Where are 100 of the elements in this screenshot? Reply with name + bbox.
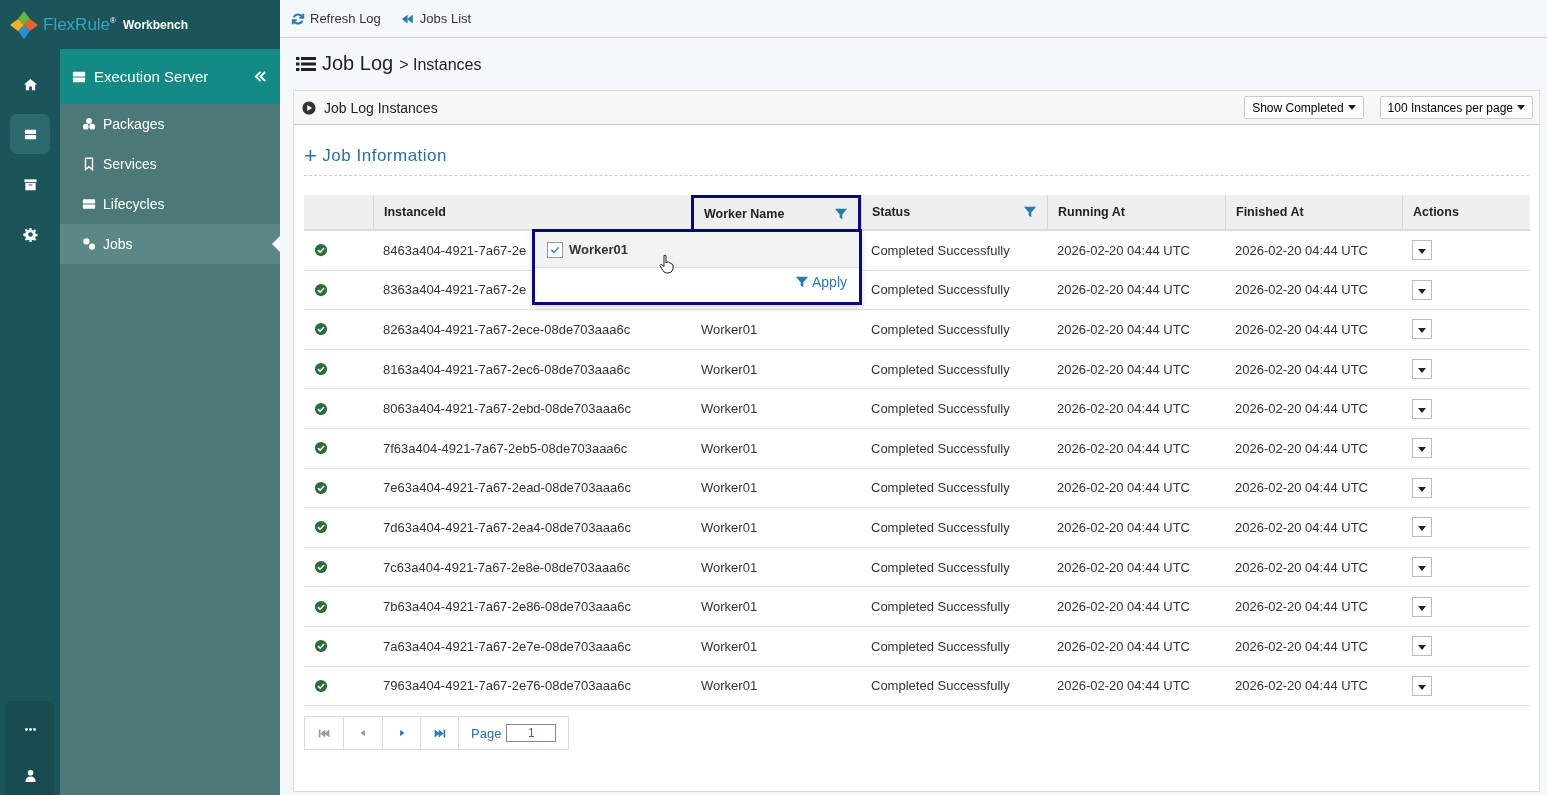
nav-item[interactable]: Lifecycles xyxy=(60,184,280,224)
actions-dropdown[interactable] xyxy=(1412,438,1432,459)
table-cell: 2026-02-20 04:44 UTC xyxy=(1235,282,1368,298)
check-circle-icon xyxy=(314,243,328,258)
table-cell: 2026-02-20 04:44 UTC xyxy=(1235,361,1368,377)
home-icon xyxy=(22,76,38,92)
check-circle-icon xyxy=(314,362,328,377)
actions-dropdown[interactable] xyxy=(1412,359,1432,380)
table-cell: Completed Successfully xyxy=(871,361,1010,377)
archive-icon xyxy=(22,176,38,192)
table-cell: Worker01 xyxy=(701,678,758,694)
table-cell: 2026-02-20 04:44 UTC xyxy=(1235,440,1368,456)
table-cell: 2026-02-20 04:44 UTC xyxy=(1057,599,1190,615)
table-cell: Worker01 xyxy=(701,361,758,377)
table-cell: Completed Successfully xyxy=(871,440,1010,456)
table-cell: Completed Successfully xyxy=(871,599,1010,615)
filter-icon[interactable] xyxy=(1023,205,1037,219)
table-cell: 2026-02-20 04:44 UTC xyxy=(1235,242,1368,258)
first-page-icon xyxy=(317,726,331,740)
table-cell: Completed Successfully xyxy=(871,401,1010,417)
filter-icon xyxy=(794,275,809,289)
check-circle-icon xyxy=(314,282,328,297)
check-circle-icon xyxy=(314,401,328,416)
table-cell: 2026-02-20 04:44 UTC xyxy=(1235,480,1368,496)
panel-title: Job Log Instances xyxy=(324,99,439,116)
table-cell: 2026-02-20 04:44 UTC xyxy=(1057,519,1190,535)
table-cell: 7d63a404-4921-7a67-2ea4-08de703aaa6c xyxy=(383,519,631,535)
table-cell: 2026-02-20 04:44 UTC xyxy=(1057,282,1190,298)
table-cell: Completed Successfully xyxy=(871,242,1010,258)
table-cell: 2026-02-20 04:44 UTC xyxy=(1057,322,1190,337)
section-toggle[interactable]: + Job Information xyxy=(304,145,448,167)
table-cell: 2026-02-20 04:44 UTC xyxy=(1057,242,1190,258)
rail-item[interactable] xyxy=(10,114,50,154)
page-field[interactable]: 1 xyxy=(506,724,557,743)
checkbox[interactable] xyxy=(547,241,563,258)
table-cell: 2026-02-20 04:44 UTC xyxy=(1235,519,1368,535)
play-icon xyxy=(302,100,316,115)
column-header: Actions xyxy=(1402,195,1530,229)
server-icon xyxy=(72,69,86,84)
check-circle-icon xyxy=(314,560,328,575)
dropdown-button[interactable]: Show Completed xyxy=(1244,96,1364,119)
table-cell: 8463a404-4921-7a67-2e xyxy=(383,242,527,258)
table-cell: Completed Successfully xyxy=(871,282,1010,298)
table-cell: 2026-02-20 04:44 UTC xyxy=(1057,638,1190,654)
filter-icon[interactable] xyxy=(834,206,848,221)
apply-button[interactable]: Apply xyxy=(794,274,847,290)
table-cell: 2026-02-20 04:44 UTC xyxy=(1235,401,1368,417)
refresh-icon xyxy=(291,11,305,26)
list-icon xyxy=(296,56,316,72)
table-cell: Worker01 xyxy=(701,480,758,496)
actions-dropdown[interactable] xyxy=(1412,477,1432,498)
table-cell: Completed Successfully xyxy=(871,638,1010,654)
actions-dropdown[interactable] xyxy=(1412,517,1432,538)
gear-icon xyxy=(22,226,38,242)
table-cell: 7c63a404-4921-7a67-2e8e-08de703aaa6c xyxy=(383,559,631,575)
table-cell: 2026-02-20 04:44 UTC xyxy=(1235,638,1368,654)
actions-dropdown[interactable] xyxy=(1412,279,1432,300)
check-circle-icon xyxy=(314,599,328,614)
table-cell: Worker01 xyxy=(701,638,758,654)
actions-dropdown[interactable] xyxy=(1412,557,1432,578)
nav-item[interactable]: Jobs xyxy=(60,224,280,264)
table-cell: 2026-02-20 04:44 UTC xyxy=(1057,361,1190,377)
dropdown-button[interactable]: 100 Instances per page xyxy=(1379,96,1533,119)
nav-item[interactable]: Packages xyxy=(60,104,280,144)
more-icon xyxy=(24,727,36,731)
actions-dropdown[interactable] xyxy=(1412,636,1432,657)
product-name: Workbench xyxy=(123,17,189,32)
table-cell: 7b63a404-4921-7a67-2e86-08de703aaa6c xyxy=(383,599,631,615)
last-page-icon xyxy=(433,726,446,740)
collapse-icon[interactable] xyxy=(253,69,268,84)
table-cell: 8163a404-4921-7a67-2ec6-08de703aaa6c xyxy=(383,361,631,377)
actions-dropdown[interactable] xyxy=(1412,240,1432,261)
table-cell: Completed Successfully xyxy=(871,519,1010,535)
table-cell: Worker01 xyxy=(701,559,758,575)
actions-dropdown[interactable] xyxy=(1412,398,1432,419)
table-cell: 7f63a404-4921-7a67-2eb5-08de703aaa6c xyxy=(383,440,628,456)
table-cell: 2026-02-20 04:44 UTC xyxy=(1057,440,1190,456)
toolbar-button[interactable]: Jobs List xyxy=(397,9,475,28)
table-cell: 8063a404-4921-7a67-2ebd-08de703aaa6c xyxy=(383,401,631,417)
page-label: Page xyxy=(471,725,502,741)
nav-item[interactable]: Services xyxy=(60,144,280,184)
user-icon xyxy=(22,767,38,783)
actions-dropdown[interactable] xyxy=(1412,596,1432,617)
table-cell: Worker01 xyxy=(701,322,758,337)
column-header: Status xyxy=(861,195,1047,229)
check-circle-icon xyxy=(314,520,328,535)
toolbar-button[interactable]: Refresh Log xyxy=(288,9,384,28)
bookmark-icon xyxy=(82,157,96,171)
actions-dropdown[interactable] xyxy=(1412,675,1432,696)
table-cell: Worker01 xyxy=(701,519,758,535)
table-cell: 2026-02-20 04:44 UTC xyxy=(1057,678,1190,694)
column-header: Finished At xyxy=(1225,195,1402,229)
page-title: Job Log xyxy=(322,52,394,75)
table-cell: 7e63a404-4921-7a67-2ead-08de703aaa6c xyxy=(383,480,631,496)
table-cell: 8263a404-4921-7a67-2ece-08de703aaa6c xyxy=(383,322,631,337)
table-cell: Completed Successfully xyxy=(871,322,1010,337)
table-cell: Worker01 xyxy=(701,440,758,456)
check-circle-icon xyxy=(314,678,328,693)
check-circle-icon xyxy=(314,639,328,654)
actions-dropdown[interactable] xyxy=(1412,319,1432,340)
